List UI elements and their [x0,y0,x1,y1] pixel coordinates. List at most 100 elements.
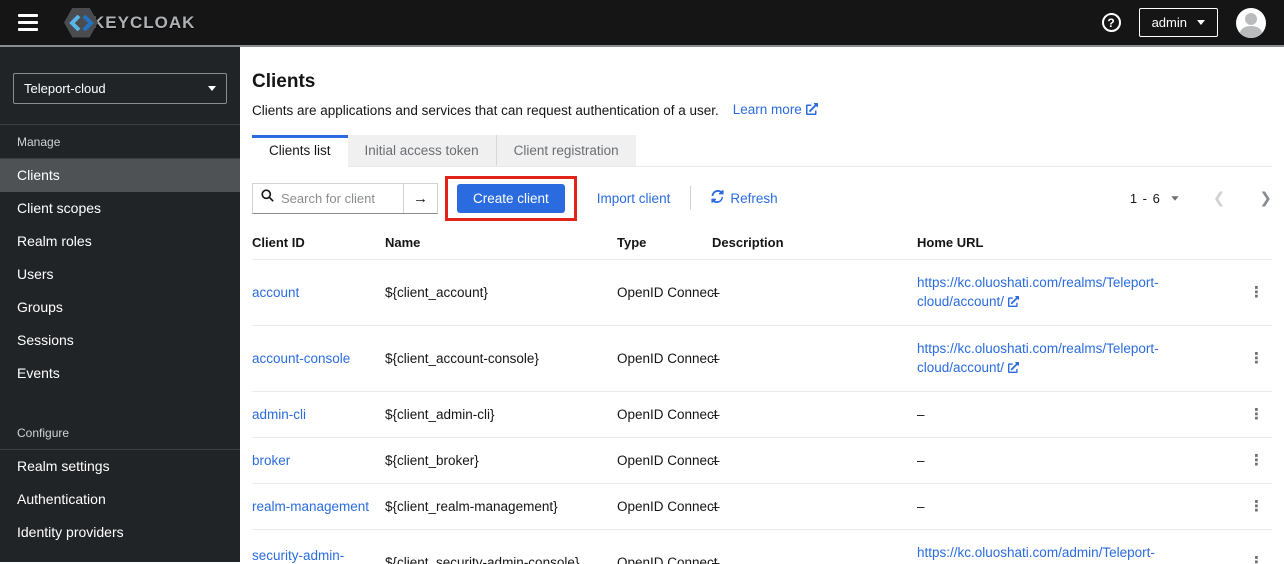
sidebar-item-authentication[interactable]: Authentication [0,483,240,516]
nav-group-configure: Realm settings Authentication Identity pro… [0,450,240,549]
search-group: → [252,182,438,214]
keycloak-logo: KEYCLOAK [64,7,196,38]
table-row-account: account ${client_account} OpenID Connect – h… [252,259,1272,326]
client-id-link[interactable]: account [252,285,299,300]
learn-more-link[interactable]: Learn more [733,102,818,118]
annotation-highlight-box: Create client [445,175,577,221]
external-link-icon [1008,359,1020,378]
client-id-link[interactable]: broker [252,453,290,468]
home-url-link[interactable]: https://kc.oluoshati.com/realms/Teleport… [917,275,1159,309]
client-description: – [712,437,917,484]
pagination-options-icon[interactable] [1171,195,1179,201]
user-menu-label: admin [1151,15,1187,30]
refresh-icon [711,190,724,206]
avatar[interactable] [1236,7,1266,38]
page-title: Clients [252,71,316,92]
client-id-link[interactable]: admin-cli [252,407,306,422]
client-description: – [712,529,917,564]
sidebar: Teleport-cloud Manage Clients Client scop… [0,47,240,562]
create-client-button[interactable]: Create client [457,183,565,213]
client-type: OpenID Connect [617,391,718,438]
nav-section-configure: Configure [17,426,70,440]
row-kebab-menu-icon[interactable]: ⋮ [1249,497,1264,515]
tab-client-registration[interactable]: Client registration [495,135,636,166]
pagination-range: 1 - 6 [1129,190,1161,206]
column-header-home-url: Home URL [917,226,1244,260]
home-url-empty: – [917,437,1244,484]
toolbar: → Create client Import client Refresh 1 … [252,175,1272,221]
table-row-security-admin-console: security-admin-console ${client_security-… [252,529,1272,564]
client-description: – [712,391,917,438]
client-description: – [712,259,917,326]
help-icon[interactable]: ? [1101,13,1121,32]
table-row-account-console: account-console ${client_account-console}… [252,325,1272,392]
client-name: ${client_security-admin-console} [385,529,617,564]
tab-clients-list[interactable]: Clients list [252,135,348,167]
table-header-row: Client ID Name Type Description Home URL [252,226,1272,260]
sidebar-item-realm-settings[interactable]: Realm settings [0,450,240,483]
user-menu-dropdown[interactable]: admin [1138,8,1218,37]
row-kebab-menu-icon[interactable]: ⋮ [1249,283,1264,301]
client-name: ${client_account} [385,259,617,326]
nav-section-manage: Manage [17,135,61,149]
column-header-type: Type [617,226,712,260]
row-kebab-menu-icon[interactable]: ⋮ [1249,553,1264,564]
home-url-link[interactable]: https://kc.oluoshati.com/realms/Teleport… [917,341,1159,375]
chevron-down-icon [1197,20,1205,25]
table-row-admin-cli: admin-cli ${client_admin-cli} OpenID Conne… [252,391,1272,438]
tab-bar: Clients list Initial access token Client r… [252,135,1272,167]
masthead: KEYCLOAK ? admin [0,0,1284,47]
row-kebab-menu-icon[interactable]: ⋮ [1249,405,1264,423]
sidebar-item-realm-roles[interactable]: Realm roles [0,225,240,258]
column-header-client-id: Client ID [252,226,385,260]
column-header-actions [1244,226,1272,260]
home-url-empty: – [917,483,1244,530]
sidebar-item-sessions[interactable]: Sessions [0,324,240,357]
home-url-empty: – [917,391,1244,438]
client-name: ${client_realm-management} [385,483,617,530]
client-id-link[interactable]: security-admin-console [252,548,344,564]
brand-name: KEYCLOAK [92,12,196,32]
sidebar-item-users[interactable]: Users [0,258,240,291]
client-name: ${client_admin-cli} [385,391,617,438]
client-type: OpenID Connect [617,259,718,326]
external-link-icon [1008,293,1020,312]
client-description: – [712,483,917,530]
sidebar-item-clients[interactable]: Clients [0,159,240,192]
page-subtitle: Clients are applications and services th… [252,102,719,118]
search-input[interactable] [281,190,391,206]
chevron-down-icon [208,86,216,91]
tab-initial-access-token[interactable]: Initial access token [347,135,496,166]
client-id-link[interactable]: account-console [252,351,350,366]
refresh-link[interactable]: Refresh [711,190,778,206]
external-link-icon [805,103,818,118]
hamburger-menu-icon[interactable] [18,14,38,31]
sidebar-item-client-scopes[interactable]: Client scopes [0,192,240,225]
client-name: ${client_broker} [385,437,617,484]
client-name: ${client_account-console} [385,325,617,392]
pagination-top: 1 - 6 ❮ ❯ [1130,189,1272,207]
sidebar-item-identity-providers[interactable]: Identity providers [0,516,240,549]
client-type: OpenID Connect [617,437,718,484]
clients-table-body: account ${client_account} OpenID Connect – h… [252,259,1272,564]
search-icon [261,189,274,207]
realm-selector-label: Teleport-cloud [24,81,106,96]
sidebar-item-groups[interactable]: Groups [0,291,240,324]
home-url-link[interactable]: https://kc.oluoshati.com/admin/Teleport-… [917,545,1155,564]
realm-selector[interactable]: Teleport-cloud [13,73,227,104]
import-client-link[interactable]: Import client [597,191,671,206]
pagination-next-icon[interactable]: ❯ [1259,189,1272,207]
row-kebab-menu-icon[interactable]: ⋮ [1249,451,1264,469]
client-type: OpenID Connect [617,483,718,530]
client-type: OpenID Connect [617,325,718,392]
sidebar-item-events[interactable]: Events [0,357,240,390]
row-kebab-menu-icon[interactable]: ⋮ [1249,349,1264,367]
clients-table: Client ID Name Type Description Home URL acc… [252,226,1272,564]
client-type: OpenID Connect [617,529,718,564]
pagination-prev-icon[interactable]: ❮ [1213,189,1226,207]
client-id-link[interactable]: realm-management [252,499,369,514]
search-submit-button[interactable]: → [403,183,437,213]
client-description: – [712,325,917,392]
main-content: Clients Clients are applications and ser… [240,47,1284,564]
column-header-description: Description [712,226,917,260]
